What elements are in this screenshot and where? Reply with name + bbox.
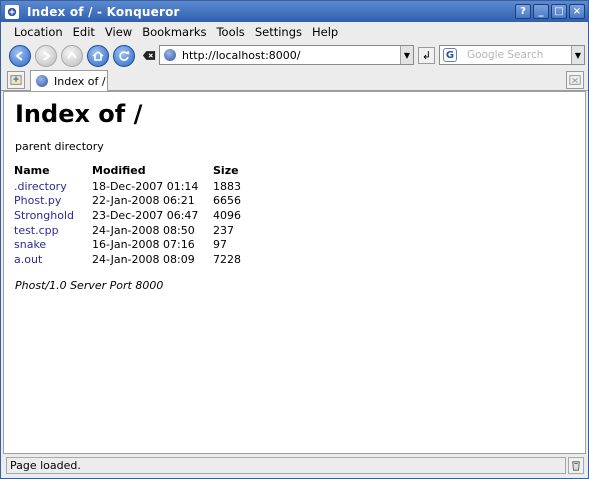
window-title: Index of / - Konqueror — [27, 4, 180, 19]
file-link[interactable]: Phost.py — [14, 194, 61, 207]
file-link[interactable]: snake — [14, 238, 46, 251]
modified-cell: 22-Jan-2008 06:21 — [92, 194, 195, 208]
table-row: .directory 18-Dec-2007 01:14 1883 — [14, 179, 241, 194]
modified-cell: 24-Jan-2008 08:50 — [92, 223, 195, 237]
reload-button[interactable] — [113, 44, 135, 67]
menu-help[interactable]: Help — [307, 25, 343, 39]
file-link[interactable]: a.out — [14, 253, 42, 266]
google-search-engine-icon[interactable]: G — [443, 48, 457, 62]
table-row: Stronghold 23-Dec-2007 06:47 4096 — [14, 208, 241, 223]
menu-location[interactable]: Location — [9, 25, 68, 39]
size-cell: 237 — [213, 223, 234, 237]
clear-location-icon — [142, 51, 156, 60]
menu-bookmarks[interactable]: Bookmarks — [137, 25, 211, 39]
chevron-down-icon: ▼ — [403, 50, 411, 60]
menu-tools[interactable]: Tools — [211, 25, 249, 39]
file-link[interactable]: .directory — [14, 180, 67, 193]
size-cell: 6656 — [213, 194, 241, 208]
site-favicon-icon — [36, 75, 48, 87]
forward-icon — [43, 50, 51, 61]
search-bar[interactable]: G Google Search ▼ — [439, 45, 585, 65]
modified-cell: 23-Dec-2007 06:47 — [92, 208, 199, 222]
forward-button[interactable] — [35, 44, 57, 67]
table-header-row: Name Modified Size — [14, 164, 241, 179]
server-signature: Phost/1.0 Server Port 8000 — [15, 279, 164, 292]
security-status-icon[interactable] — [568, 457, 584, 474]
menu-view[interactable]: View — [100, 25, 137, 39]
menu-bar: Location Edit View Bookmarks Tools Setti… — [1, 22, 588, 42]
status-bar: Page loaded. — [1, 455, 588, 478]
close-button[interactable]: × — [569, 4, 585, 19]
window-controls: ? _ □ × — [515, 4, 585, 19]
size-cell: 1883 — [213, 179, 241, 193]
directory-listing: Name Modified Size .directory 18-Dec-200… — [14, 164, 241, 267]
reload-icon — [119, 50, 130, 61]
new-tab-button[interactable] — [7, 71, 25, 89]
home-icon — [92, 50, 104, 61]
help-button[interactable]: ? — [515, 4, 531, 19]
file-link[interactable]: Stronghold — [14, 209, 74, 222]
parent-directory-link[interactable]: parent directory — [15, 140, 104, 153]
size-cell: 4096 — [213, 208, 241, 222]
table-row: snake 16-Jan-2008 07:16 97 — [14, 237, 241, 252]
menu-settings[interactable]: Settings — [250, 25, 307, 39]
maximize-button[interactable]: □ — [551, 4, 567, 19]
site-favicon-icon — [164, 49, 176, 61]
menu-edit[interactable]: Edit — [68, 25, 100, 39]
close-tab-icon — [569, 75, 581, 85]
tab-index[interactable]: Index of / — [30, 70, 108, 91]
new-tab-icon — [10, 75, 22, 85]
location-dropdown-button[interactable]: ▼ — [400, 46, 413, 64]
location-bar[interactable]: http://localhost:8000/ ▼ — [159, 45, 414, 65]
file-link[interactable]: test.cpp — [14, 224, 59, 237]
up-button[interactable] — [61, 44, 83, 67]
column-header-name: Name — [14, 164, 50, 177]
back-button[interactable] — [9, 44, 31, 67]
modified-cell: 16-Jan-2008 07:16 — [92, 238, 195, 252]
go-button[interactable]: ↲ — [418, 47, 435, 64]
column-header-size: Size — [213, 164, 239, 177]
column-header-modified: Modified — [92, 164, 146, 177]
clear-location-button[interactable] — [141, 48, 157, 64]
search-input[interactable]: Google Search — [467, 49, 543, 61]
table-row: test.cpp 24-Jan-2008 08:50 237 — [14, 223, 241, 238]
back-icon — [15, 50, 23, 61]
modified-cell: 24-Jan-2008 08:09 — [92, 252, 195, 266]
table-row: a.out 24-Jan-2008 08:09 7228 — [14, 252, 241, 267]
page-title: Index of / — [15, 100, 143, 128]
tab-label: Index of / — [54, 74, 106, 88]
home-button[interactable] — [87, 44, 109, 67]
konqueror-window: Index of / - Konqueror ? _ □ × Location … — [0, 0, 589, 479]
chevron-down-icon: ▼ — [574, 50, 582, 60]
go-arrow-icon: ↲ — [421, 49, 432, 62]
up-icon — [67, 50, 77, 59]
title-bar[interactable]: Index of / - Konqueror ? _ □ × — [1, 1, 588, 22]
minimize-button[interactable]: _ — [533, 4, 549, 19]
search-dropdown-button[interactable]: ▼ — [571, 46, 584, 64]
size-cell: 7228 — [213, 252, 241, 266]
page-content: Index of / parent directory Name Modifie… — [3, 91, 586, 454]
modified-cell: 18-Dec-2007 01:14 — [92, 179, 199, 193]
navigation-toolbar: http://localhost:8000/ ▼ ↲ G Google Sear… — [1, 42, 588, 69]
status-text: Page loaded. — [6, 457, 566, 474]
konqueror-app-icon[interactable] — [5, 4, 19, 19]
tab-bar: Index of / — [1, 69, 588, 91]
size-cell: 97 — [213, 238, 227, 252]
location-input[interactable]: http://localhost:8000/ — [182, 49, 300, 62]
close-tab-button[interactable] — [566, 71, 584, 89]
table-row: Phost.py 22-Jan-2008 06:21 6656 — [14, 194, 241, 209]
